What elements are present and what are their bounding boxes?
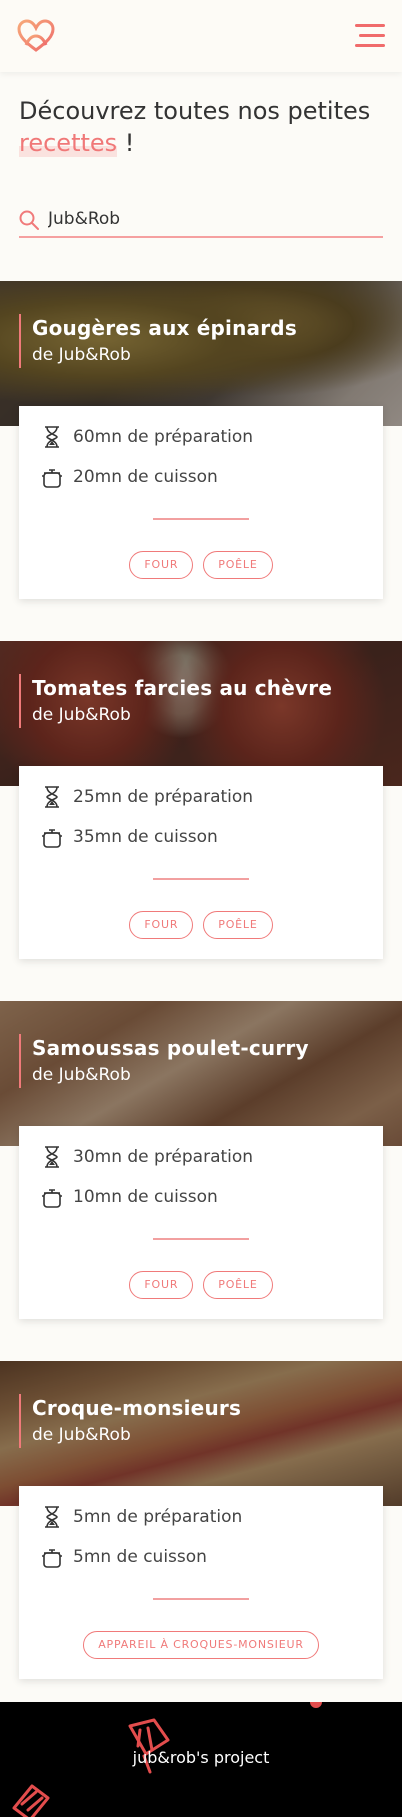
heart-logo-icon[interactable] <box>17 19 55 53</box>
card-divider <box>153 878 249 880</box>
prep-time-text: 25mn de préparation <box>73 787 254 807</box>
intro-highlight: recettes <box>19 129 118 157</box>
recipe-author: de Jub&Rob <box>32 1425 131 1445</box>
tag-list: Four Poêle <box>19 911 383 939</box>
recipe-heading: Gougères aux épinards de Jub&Rob <box>19 314 297 368</box>
tag-list: Four Poêle <box>19 1271 383 1299</box>
recipe-heading: Samoussas poulet-curry de Jub&Rob <box>19 1034 309 1088</box>
brand-doodle-icon <box>12 1784 50 1817</box>
recipe-info-card: 5mn de préparation 5mn de cuisson Appare… <box>19 1486 383 1679</box>
recipe-heading: Croque-monsieurs de Jub&Rob <box>19 1394 241 1448</box>
recipe-title[interactable]: Gougères aux épinards <box>32 314 297 342</box>
tag-four[interactable]: Four <box>129 551 194 579</box>
cook-time-text: 5mn de cuisson <box>73 1547 207 1567</box>
card-divider <box>153 1238 249 1240</box>
page-intro: Découvrez toutes nos petites recettes ! <box>19 95 389 159</box>
search-icon <box>19 210 39 230</box>
pot-icon <box>42 469 62 488</box>
recipe-card[interactable]: Croque-monsieurs de Jub&Rob 5mn de prépa… <box>0 1361 402 1681</box>
hourglass-icon <box>45 426 59 448</box>
decorative-dot <box>310 1702 322 1708</box>
recipe-heading: Tomates farcies au chèvre de Jub&Rob <box>19 674 332 728</box>
cook-time-text: 20mn de cuisson <box>73 467 218 487</box>
tag-four[interactable]: Four <box>129 911 194 939</box>
recipe-card[interactable]: Tomates farcies au chèvre de Jub&Rob 25m… <box>0 641 402 961</box>
recipe-card[interactable]: Gougères aux épinards de Jub&Rob 60mn de… <box>0 281 402 601</box>
brand-doodle-icon <box>128 1718 170 1774</box>
prep-time-text: 5mn de préparation <box>73 1507 243 1527</box>
recipe-title[interactable]: Croque-monsieurs <box>32 1394 241 1422</box>
recipe-author: de Jub&Rob <box>32 705 131 725</box>
hamburger-menu-icon[interactable] <box>353 22 385 50</box>
recipe-info-card: 25mn de préparation 35mn de cuisson Four… <box>19 766 383 959</box>
recipe-author: de Jub&Rob <box>32 345 131 365</box>
card-divider <box>153 1598 249 1600</box>
recipe-info-card: 60mn de préparation 20mn de cuisson Four… <box>19 406 383 599</box>
hourglass-icon <box>45 1146 59 1168</box>
intro-text: Découvrez toutes nos petites <box>19 97 371 125</box>
recipe-card[interactable]: Samoussas poulet-curry de Jub&Rob 30mn d… <box>0 1001 402 1321</box>
recipe-author: de Jub&Rob <box>32 1065 131 1085</box>
cook-time-text: 35mn de cuisson <box>73 827 218 847</box>
recipe-title[interactable]: Tomates farcies au chèvre <box>32 674 332 702</box>
pot-icon <box>42 829 62 848</box>
tag-poele[interactable]: Poêle <box>203 911 273 939</box>
tag-list: Appareil à croques-monsieur <box>19 1631 383 1659</box>
prep-time-text: 30mn de préparation <box>73 1147 254 1167</box>
intro-suffix: ! <box>117 129 135 157</box>
footer-brand: jub&rob's project <box>132 1748 270 1767</box>
tag-list: Four Poêle <box>19 551 383 579</box>
app-footer: jub&rob's project <box>0 1702 402 1817</box>
pot-icon <box>42 1549 62 1568</box>
search-input[interactable] <box>48 206 368 232</box>
app-header <box>0 0 402 72</box>
cook-time-text: 10mn de cuisson <box>73 1187 218 1207</box>
hourglass-icon <box>45 786 59 808</box>
search-bar <box>19 204 383 238</box>
hourglass-icon <box>45 1506 59 1528</box>
recipe-title[interactable]: Samoussas poulet-curry <box>32 1034 309 1062</box>
card-divider <box>153 518 249 520</box>
tag-appareil-croques[interactable]: Appareil à croques-monsieur <box>83 1631 319 1659</box>
recipe-info-card: 30mn de préparation 10mn de cuisson Four… <box>19 1126 383 1319</box>
tag-poele[interactable]: Poêle <box>203 551 273 579</box>
tag-poele[interactable]: Poêle <box>203 1271 273 1299</box>
prep-time-text: 60mn de préparation <box>73 427 254 447</box>
tag-four[interactable]: Four <box>129 1271 194 1299</box>
pot-icon <box>42 1189 62 1208</box>
